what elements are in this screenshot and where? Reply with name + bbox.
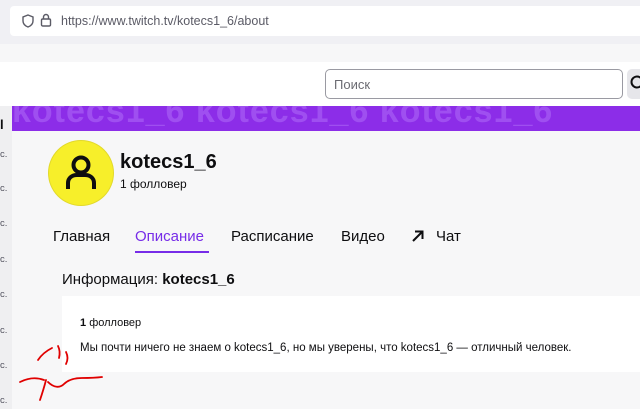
follower-count: 1 фолловер — [120, 177, 187, 191]
about-panel — [62, 296, 640, 372]
sidebar-item[interactable]: c. — [0, 325, 12, 336]
active-tab-indicator — [135, 251, 209, 253]
search-input[interactable] — [325, 69, 623, 99]
sidebar-item[interactable]: c. — [0, 218, 12, 229]
tab-schedule[interactable]: Расписание — [231, 228, 314, 245]
url-text[interactable]: https://www.twitch.tv/kotecs1_6/about — [61, 14, 269, 28]
avatar[interactable] — [49, 141, 113, 205]
sidebar-item[interactable]: c. — [0, 254, 12, 265]
search-icon — [630, 75, 640, 89]
user-icon — [66, 155, 96, 189]
sidebar-item[interactable]: c. — [0, 360, 12, 371]
panel-follower-number: 1 — [80, 317, 87, 329]
about-heading: Информация: kotecs1_6 — [62, 271, 235, 288]
tab-about[interactable]: Описание — [135, 228, 204, 245]
about-heading-prefix: Информация: — [62, 271, 163, 288]
sidebar-collapse-button[interactable]: l — [0, 117, 4, 132]
channel-name[interactable]: kotecs1_6 — [120, 151, 217, 174]
channel-banner: kotecs1_6 kotecs1_6 kotecs1_6 — [12, 106, 640, 131]
external-arrow-icon — [411, 229, 425, 248]
shield-icon[interactable] — [22, 14, 34, 33]
panel-follower-word: фолловер — [89, 317, 142, 329]
tab-videos[interactable]: Видео — [341, 228, 385, 245]
panel-follower-count: 1 фолловер — [80, 317, 141, 329]
tab-home[interactable]: Главная — [53, 228, 110, 245]
sidebar-item[interactable]: c. — [0, 149, 12, 160]
sidebar-item[interactable]: c. — [0, 183, 12, 194]
banner-text: kotecs1_6 kotecs1_6 kotecs1_6 — [12, 106, 554, 130]
about-heading-name: kotecs1_6 — [162, 271, 235, 288]
search-button[interactable] — [627, 69, 640, 99]
sidebar-item[interactable]: c. — [0, 289, 12, 300]
lock-icon[interactable] — [40, 13, 52, 32]
tab-chat[interactable]: Чат — [436, 228, 461, 245]
sidebar-item[interactable]: c. — [0, 395, 12, 406]
annotation-scribble — [19, 345, 103, 401]
channel-description: Мы почти ничего не знаем о kotecs1_6, но… — [80, 342, 572, 354]
